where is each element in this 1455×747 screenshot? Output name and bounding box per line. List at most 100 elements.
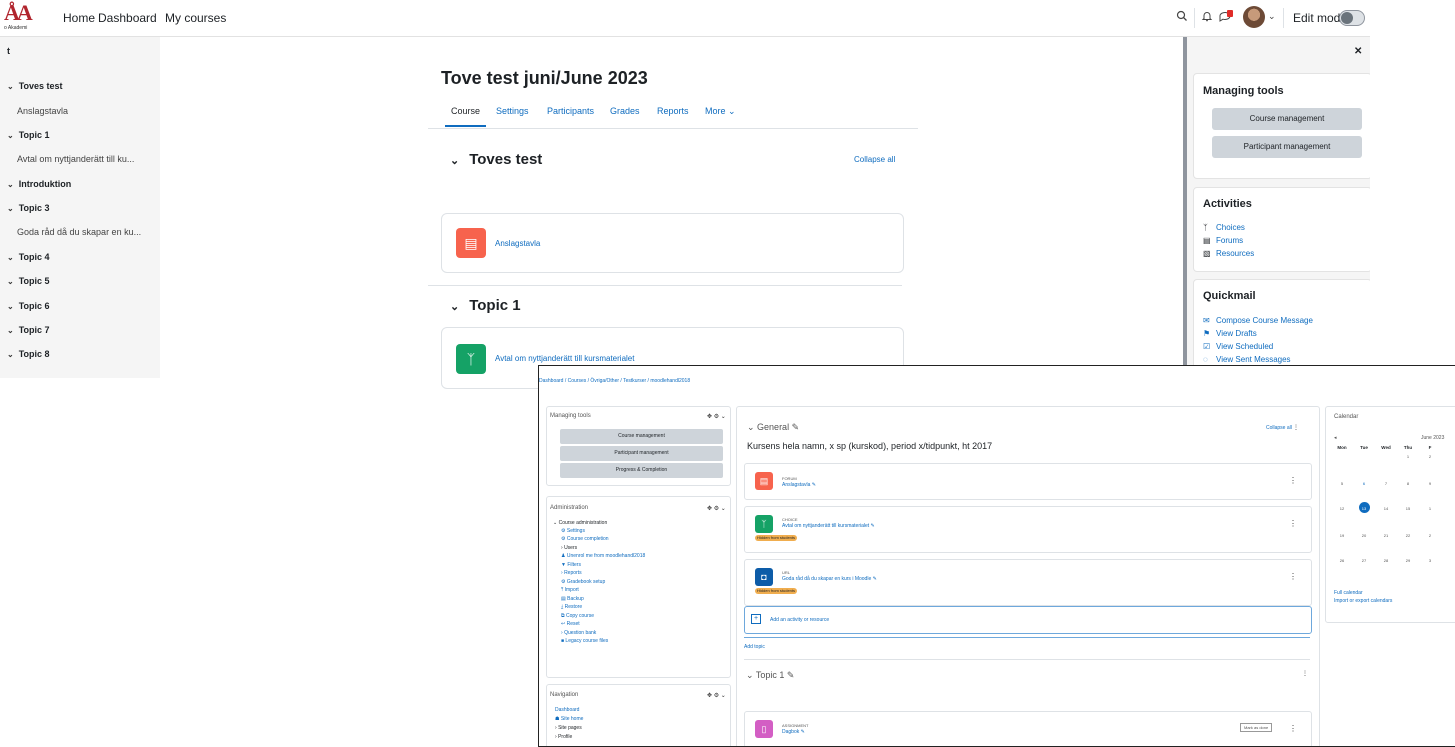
- cal-day[interactable]: 20: [1356, 533, 1372, 538]
- activity-link[interactable]: Anslagstavla: [495, 239, 540, 248]
- view-drafts-link[interactable]: ⚑ View Drafts: [1203, 329, 1257, 338]
- add-activity-button[interactable]: + Add an activity or resource: [744, 606, 1312, 634]
- cal-day[interactable]: 2: [1422, 533, 1438, 538]
- view-sent-link[interactable]: ◌ View Sent Messages: [1203, 355, 1291, 364]
- cal-day[interactable]: 27: [1356, 558, 1372, 563]
- admin-item[interactable]: › Reports: [561, 570, 582, 576]
- nav-dashboard[interactable]: Dashboard: [98, 11, 157, 25]
- participant-management-button[interactable]: Participant management: [560, 446, 723, 461]
- site-logo[interactable]: ÅA o Akademi: [4, 2, 33, 33]
- cal-day[interactable]: 6: [1356, 481, 1372, 486]
- compose-message-link[interactable]: ✉ Compose Course Message: [1203, 316, 1313, 325]
- activity-link[interactable]: Dagbok ✎: [782, 729, 805, 735]
- drawer-item-topic-3[interactable]: ⌄ Topic 3: [7, 203, 50, 213]
- cal-day[interactable]: 15: [1400, 506, 1416, 511]
- bell-icon[interactable]: [1199, 10, 1215, 26]
- avatar[interactable]: [1243, 6, 1265, 28]
- cal-day[interactable]: 3: [1422, 558, 1438, 563]
- admin-item[interactable]: ⚙ Gradebook setup: [561, 579, 605, 585]
- nav-item[interactable]: › Site pages: [555, 725, 582, 731]
- drawer-item-topic-6[interactable]: ⌄ Topic 6: [7, 301, 50, 311]
- admin-item[interactable]: › Users: [561, 545, 577, 551]
- collapse-all-link[interactable]: Collapse all: [1266, 425, 1292, 431]
- course-management-button[interactable]: Course management: [560, 429, 723, 444]
- activity-link[interactable]: Goda råd då du skapar en kurs i Moodle ✎: [782, 576, 877, 582]
- kebab-icon[interactable]: ⋮: [1289, 572, 1297, 581]
- drawer-item-avtal[interactable]: Avtal om nyttjanderätt till ku...: [17, 154, 134, 164]
- cal-day[interactable]: 14: [1378, 506, 1394, 511]
- tab-course[interactable]: Course: [444, 106, 487, 127]
- mark-as-done-button[interactable]: Mark as done: [1240, 723, 1273, 732]
- activity-forum[interactable]: ▤ FORUM Anslagstavla ✎ ⋮: [744, 463, 1312, 500]
- course-management-button[interactable]: Course management: [1212, 108, 1362, 130]
- cal-day[interactable]: 9: [1422, 481, 1438, 486]
- block-controls-icon[interactable]: ✥ ⚙ ⌄: [707, 413, 726, 420]
- activity-link[interactable]: Avtal om nyttjanderätt till kursmaterial…: [495, 354, 634, 363]
- drawer-item-topic-7[interactable]: ⌄ Topic 7: [7, 325, 50, 335]
- cal-day[interactable]: 1: [1400, 454, 1416, 459]
- resources-link[interactable]: ▧ Resources: [1203, 249, 1254, 258]
- collapse-all-link[interactable]: Collapse all: [854, 155, 895, 164]
- admin-heading[interactable]: ⌄ Course administration: [553, 520, 607, 526]
- tab-settings[interactable]: Settings: [496, 106, 529, 116]
- chat-icon[interactable]: [1218, 10, 1234, 26]
- admin-item[interactable]: ⚙ Course completion: [561, 536, 609, 542]
- forums-link[interactable]: ▤ Forums: [1203, 236, 1243, 245]
- nav-item[interactable]: Dashboard: [555, 707, 579, 713]
- close-icon[interactable]: ✕: [1354, 46, 1362, 57]
- search-icon[interactable]: [1174, 10, 1190, 26]
- block-controls-icon[interactable]: ✥ ⚙ ⌄: [707, 505, 726, 512]
- activity-assignment[interactable]: ▯ ASSIGNMENT Dagbok ✎ Mark as done ⋮: [744, 711, 1312, 746]
- activity-url[interactable]: ◘ URL Goda råd då du skapar en kurs i Mo…: [744, 559, 1312, 606]
- full-calendar-link[interactable]: Full calendar: [1334, 590, 1363, 596]
- admin-item[interactable]: ↩ Reset: [561, 621, 580, 627]
- prev-month-icon[interactable]: ◂: [1334, 435, 1337, 441]
- section-title-topic-1[interactable]: ⌄ Topic 1: [450, 297, 521, 314]
- cal-day[interactable]: 7: [1378, 481, 1394, 486]
- admin-item[interactable]: ▼ Filters: [561, 562, 581, 568]
- nav-item[interactable]: › Profile: [555, 734, 572, 740]
- activity-link[interactable]: Anslagstavla ✎: [782, 482, 816, 488]
- tab-participants[interactable]: Participants: [547, 106, 594, 116]
- import-export-link[interactable]: Import or export calendars: [1334, 598, 1392, 604]
- activity-link[interactable]: Avtal om nyttjanderätt till kursmaterial…: [782, 523, 875, 529]
- kebab-icon[interactable]: ⋮: [1289, 519, 1297, 528]
- admin-item[interactable]: ⧉ Copy course: [561, 613, 594, 619]
- cal-day[interactable]: 2: [1422, 454, 1438, 459]
- nav-my-courses[interactable]: My courses: [165, 11, 226, 25]
- admin-item[interactable]: ♟ Unenrol me from moodlehandl2018: [561, 553, 645, 559]
- admin-item[interactable]: ■ Legacy course files: [561, 638, 608, 644]
- admin-item[interactable]: › Question bank: [561, 630, 596, 636]
- cal-day[interactable]: 29: [1400, 558, 1416, 563]
- admin-item[interactable]: ⤓ Restore: [561, 604, 582, 610]
- cal-day[interactable]: 5: [1334, 481, 1350, 486]
- chevron-down-icon[interactable]: ⌄: [1268, 11, 1276, 22]
- admin-item[interactable]: ⤒ Import: [561, 587, 579, 593]
- activity-card-anslagstavla[interactable]: ▤ Anslagstavla: [441, 213, 904, 273]
- view-scheduled-link[interactable]: ☑ View Scheduled: [1203, 342, 1273, 351]
- drawer-close-label[interactable]: t: [7, 46, 10, 56]
- admin-item[interactable]: ⚙ Settings: [561, 528, 585, 534]
- progress-completion-button[interactable]: Progress & Completion: [560, 463, 723, 478]
- cal-day[interactable]: 22: [1400, 533, 1416, 538]
- nav-home[interactable]: Home: [63, 11, 95, 25]
- add-topic-link[interactable]: Add topic: [744, 644, 765, 650]
- section-title-general[interactable]: ⌄ General ✎: [747, 422, 799, 433]
- nav-item[interactable]: ☗ Site home: [555, 716, 583, 722]
- admin-item[interactable]: ▤ Backup: [561, 596, 584, 602]
- drawer-item-anslagstavla[interactable]: Anslagstavla: [17, 106, 68, 116]
- drawer-item-topic-4[interactable]: ⌄ Topic 4: [7, 252, 50, 262]
- cal-day[interactable]: 12: [1334, 506, 1350, 511]
- drawer-item-topic-8[interactable]: ⌄ Topic 8: [7, 349, 50, 359]
- activity-choice[interactable]: ᛉ CHOICE Avtal om nyttjanderätt till kur…: [744, 506, 1312, 553]
- breadcrumb[interactable]: Dashboard / Courses / Övriga/Other / Tes…: [539, 378, 690, 384]
- block-controls-icon[interactable]: ✥ ⚙ ⌄: [707, 692, 726, 699]
- drawer-item-topic-1[interactable]: ⌄ Topic 1: [7, 130, 50, 140]
- cal-day[interactable]: 19: [1334, 533, 1350, 538]
- cal-day[interactable]: 21: [1378, 533, 1394, 538]
- section-title-toves-test[interactable]: ⌄ Toves test: [450, 151, 542, 168]
- cal-day[interactable]: 26: [1334, 558, 1350, 563]
- drawer-item-introduktion[interactable]: ⌄ Introduktion: [7, 179, 71, 189]
- tab-reports[interactable]: Reports: [657, 106, 689, 116]
- cal-day[interactable]: 8: [1400, 481, 1416, 486]
